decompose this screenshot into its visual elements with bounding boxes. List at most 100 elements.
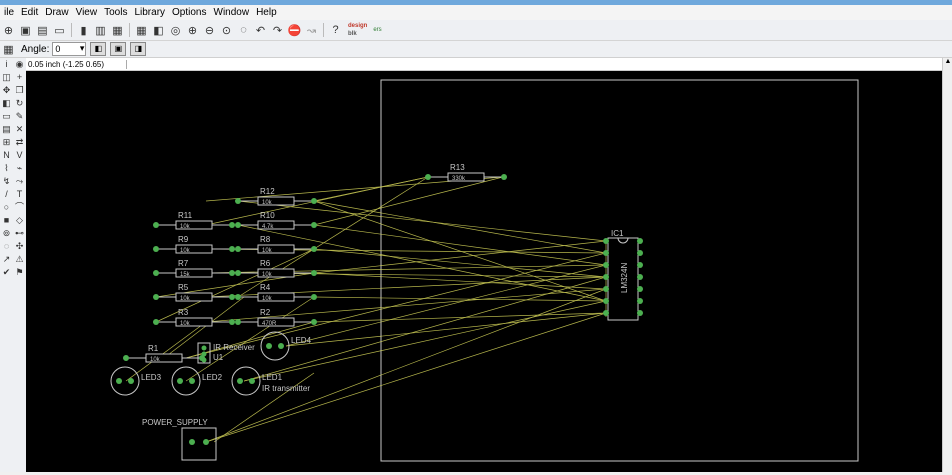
resistor-r9[interactable]: R9 10k	[153, 235, 235, 254]
resistor-r4[interactable]: R4 10k	[235, 283, 317, 302]
resistor-pad	[311, 222, 317, 228]
menu-library[interactable]: Library	[132, 5, 170, 20]
zoom-in-icon[interactable]: ⊕	[185, 23, 200, 38]
auto-icon[interactable]: ↗	[0, 253, 13, 266]
ulp-logo[interactable]: ers	[373, 26, 381, 34]
menu-view[interactable]: View	[74, 5, 103, 20]
menu-tools[interactable]: Tools	[102, 5, 132, 20]
value-icon[interactable]: V	[13, 149, 26, 162]
paste-icon[interactable]: ▤	[0, 123, 13, 136]
led2-label: LED2	[202, 373, 223, 382]
change-icon[interactable]: ✎	[13, 110, 26, 123]
delete-icon[interactable]: ✕	[13, 123, 26, 136]
zoom-fit-icon[interactable]: ◎	[168, 23, 183, 38]
grid-toggle-icon[interactable]: ▦	[1, 42, 16, 57]
hole-icon[interactable]: ◌	[0, 240, 13, 253]
mark-icon[interactable]: +	[13, 71, 26, 84]
zoom-select-icon[interactable]: ◌	[236, 23, 251, 38]
split-icon[interactable]: ⌇	[0, 162, 13, 175]
resistor-r5[interactable]: R5 10k	[153, 283, 235, 302]
open-icon[interactable]: ⊕	[1, 23, 16, 38]
menu-file[interactable]: ile	[2, 5, 19, 20]
zoom-out-icon[interactable]: ⊖	[202, 23, 217, 38]
led1-label: LED1	[262, 373, 283, 382]
name-icon[interactable]: N	[0, 149, 13, 162]
stop-icon[interactable]: ⛔	[287, 23, 302, 38]
add-icon[interactable]: ⊞	[0, 136, 13, 149]
vertical-scrollbar[interactable]: ▲	[942, 58, 952, 472]
script-icon[interactable]: ▮	[76, 23, 91, 38]
menu-help[interactable]: Help	[254, 5, 282, 20]
resistor-r2[interactable]: R2 470R	[235, 308, 317, 327]
via-icon[interactable]: ⊚	[0, 227, 13, 240]
resistor-pad	[311, 294, 317, 300]
arc-icon[interactable]: ⌒	[13, 201, 26, 214]
resistor-value: 470R	[262, 321, 277, 327]
resistor-r6[interactable]: R6 10k	[235, 259, 317, 278]
help-icon[interactable]: ?	[328, 23, 343, 38]
led-led1[interactable]: LED1 IR transmitter	[231, 366, 310, 396]
resistor-name: R10	[260, 211, 275, 220]
resistor-value: 10k	[262, 296, 273, 302]
menu-options[interactable]: Options	[170, 5, 211, 20]
info-icon[interactable]: i	[0, 58, 13, 71]
mirror-button[interactable]: ◧	[90, 42, 107, 56]
board-canvas[interactable]: R12 10k R11 10k R10 4.7k R9 10k R8 10k R7 15k R6 10k R…	[26, 71, 942, 472]
show-icon[interactable]: ◉	[13, 58, 26, 71]
drc-icon[interactable]: ✔	[0, 266, 13, 279]
errors-icon[interactable]: ⚑	[13, 266, 26, 279]
erc-icon[interactable]: ⚠	[13, 253, 26, 266]
resistor-r1[interactable]: R1 10k	[123, 344, 205, 363]
ratsnest-icon[interactable]: ✣	[13, 240, 26, 253]
rotate-icon[interactable]: ↻	[13, 97, 26, 110]
display-icon[interactable]: ◫	[0, 71, 13, 84]
run-icon[interactable]: ▦	[110, 23, 125, 38]
zoom-redraw-icon[interactable]: ⊙	[219, 23, 234, 38]
layers-icon[interactable]: ◧	[151, 23, 166, 38]
designblocks-logo[interactable]: design blk	[348, 22, 367, 38]
resistor-pad	[229, 319, 235, 325]
menu-draw[interactable]: Draw	[43, 5, 73, 20]
text-icon[interactable]: T	[13, 188, 26, 201]
save-icon[interactable]: ▣	[18, 23, 33, 38]
led-led3[interactable]: LED3	[110, 366, 162, 396]
replace-icon[interactable]: ⇄	[13, 136, 26, 149]
optimize-icon[interactable]: ⌁	[13, 162, 26, 175]
ic-lm324[interactable]: IC1 LM324N	[603, 229, 643, 321]
resistor-r8[interactable]: R8 10k	[235, 235, 317, 254]
copy-icon[interactable]: ❐	[13, 84, 26, 97]
wire-icon[interactable]: /	[0, 188, 13, 201]
resistor-r12[interactable]: R12 10k	[235, 187, 317, 206]
ripup-icon[interactable]: ⤳	[13, 175, 26, 188]
mirror-icon[interactable]: ◧	[0, 97, 13, 110]
circle-icon[interactable]: ○	[0, 201, 13, 214]
menu-window[interactable]: Window	[212, 5, 255, 20]
rect-icon[interactable]: ■	[0, 214, 13, 227]
cam-icon[interactable]: ▭	[52, 23, 67, 38]
resistor-name: R12	[260, 187, 275, 196]
resistor-r11[interactable]: R11 10k	[153, 211, 235, 230]
resistor-name: R2	[260, 308, 271, 317]
polygon-icon[interactable]: ◇	[13, 214, 26, 227]
move-icon[interactable]: ✥	[0, 84, 13, 97]
go-icon[interactable]: ↝	[304, 23, 319, 38]
resistor-pad	[235, 294, 241, 300]
resistor-r7[interactable]: R7 15k	[153, 259, 235, 278]
group-icon[interactable]: ▭	[0, 110, 13, 123]
led-led2[interactable]: LED2	[171, 366, 223, 396]
redo-icon[interactable]: ↷	[270, 23, 285, 38]
route-icon[interactable]: ↯	[0, 175, 13, 188]
print-icon[interactable]: ▤	[35, 23, 50, 38]
main-toolbar: ⊕ ▣ ▤ ▭ ▮ ▥ ▦ ▦ ◧ ◎ ⊕ ⊖ ⊙ ◌ ↶ ↷ ⛔ ↝ ? de…	[0, 20, 952, 41]
command-line-input[interactable]	[127, 58, 952, 70]
undo-icon[interactable]: ↶	[253, 23, 268, 38]
board-icon[interactable]: ▥	[93, 23, 108, 38]
power-supply[interactable]: POWER_SUPPLY	[142, 418, 217, 461]
rotate-button[interactable]: ◨	[130, 42, 147, 56]
grid-icon[interactable]: ▦	[134, 23, 149, 38]
resistor-value: 4.7k	[262, 224, 274, 230]
menu-edit[interactable]: Edit	[19, 5, 43, 20]
spin-button[interactable]: ▣	[110, 42, 127, 56]
angle-select[interactable]: 0	[52, 42, 87, 56]
signal-icon[interactable]: ⊷	[13, 227, 26, 240]
